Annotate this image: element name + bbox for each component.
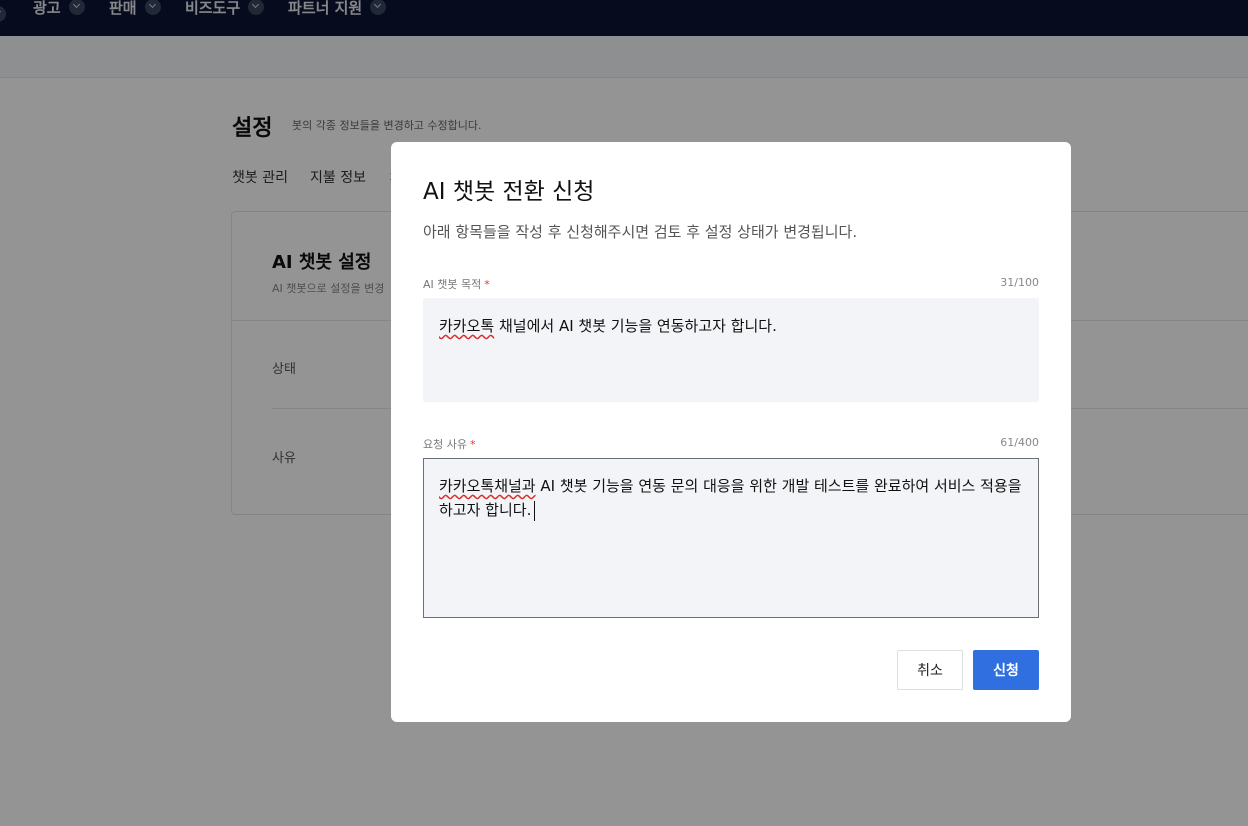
submit-button[interactable]: 신청 bbox=[973, 650, 1039, 690]
reason-char-count: 61/400 bbox=[1000, 436, 1039, 449]
purpose-char-count: 31/100 bbox=[1000, 276, 1039, 289]
modal-description: 아래 항목들을 작성 후 신청해주시면 검토 후 설정 상태가 변경됩니다. bbox=[423, 223, 858, 241]
purpose-label-text: AI 챗봇 목적 bbox=[423, 278, 482, 291]
modal-title: AI 챗봇 전환 신청 bbox=[423, 179, 595, 205]
ai-chatbot-request-modal: AI 챗봇 전환 신청 아래 항목들을 작성 후 신청해주시면 검토 후 설정 … bbox=[391, 142, 1071, 722]
text-caret bbox=[534, 500, 536, 521]
reason-textarea[interactable]: 카카오톡채널과 AI 챗봇 기능을 연동 문의 대응을 위한 개발 테스트를 완… bbox=[423, 458, 1039, 618]
purpose-textarea[interactable]: 카카오톡 채널에서 AI 챗봇 기능을 연동하고자 합니다. bbox=[423, 298, 1039, 402]
required-mark: * bbox=[469, 438, 476, 451]
spellcheck-word: 카카오톡 bbox=[439, 317, 495, 335]
required-mark: * bbox=[484, 278, 490, 291]
cancel-button[interactable]: 취소 bbox=[897, 650, 963, 690]
purpose-text: 채널에서 AI 챗봇 기능을 연동하고자 합니다. bbox=[494, 317, 777, 335]
reason-label-text: 요청 사유 bbox=[423, 438, 467, 451]
spellcheck-word: 카카오톡채널과 bbox=[439, 477, 536, 495]
purpose-field-label: AI 챗봇 목적 * bbox=[423, 276, 490, 292]
reason-field-label: 요청 사유 * bbox=[423, 436, 475, 452]
